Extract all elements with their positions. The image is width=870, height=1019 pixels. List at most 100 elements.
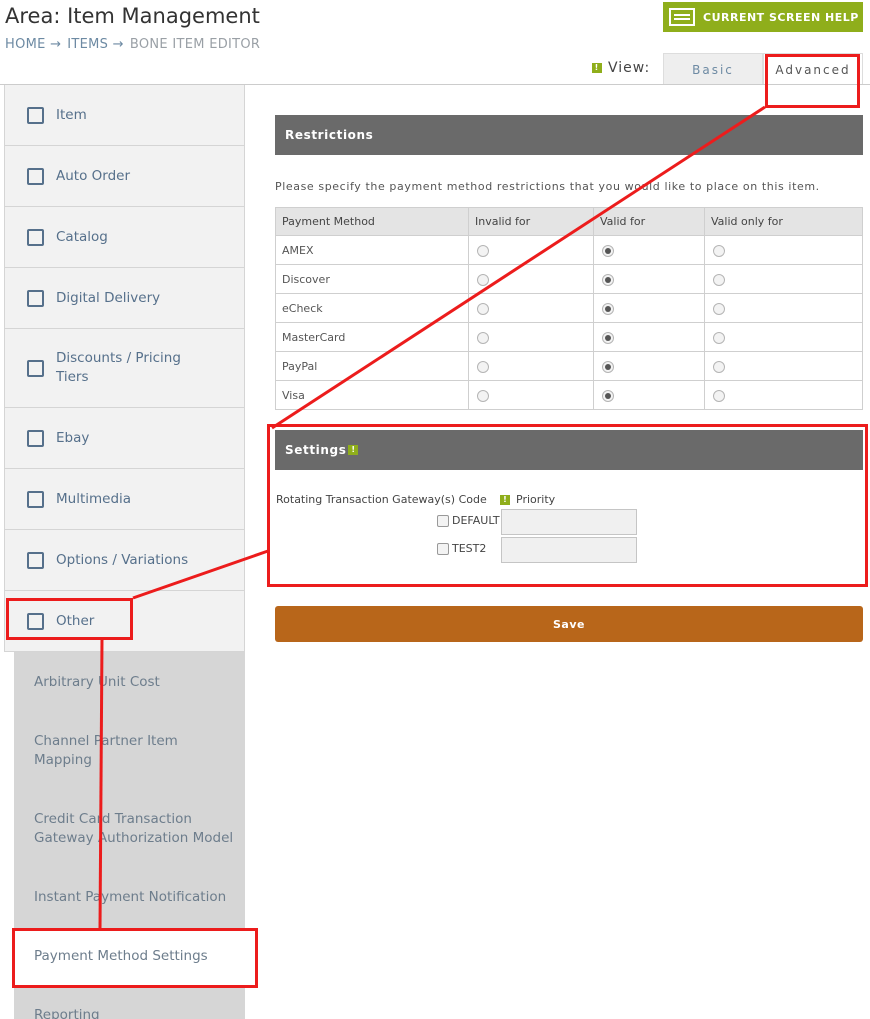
payment-method-name: eCheck [275, 293, 469, 323]
sidebar-item-label: Auto Order [56, 167, 130, 184]
radio-cell [593, 235, 705, 265]
restriction-radio[interactable] [713, 389, 725, 402]
info-icon[interactable]: ! [592, 63, 602, 73]
restriction-radio[interactable] [477, 360, 489, 373]
restrictions-header: Restrictions [275, 115, 863, 155]
page-title: Area: Item Management [5, 4, 260, 28]
restriction-radio[interactable] [602, 331, 614, 344]
auto-order-icon [27, 167, 44, 185]
save-button[interactable]: Save [275, 606, 863, 642]
restriction-radio[interactable] [602, 273, 614, 286]
table-row: MasterCard [275, 322, 863, 352]
breadcrumb-home[interactable]: HOME → [5, 37, 61, 52]
restrictions-instruction: Please specify the payment method restri… [275, 180, 820, 193]
sidebar-item-discounts[interactable]: Discounts / Pricing Tiers [4, 329, 245, 408]
view-label: View: [608, 60, 651, 76]
table-row: AMEX [275, 235, 863, 265]
column-header: Payment Method [275, 207, 469, 236]
payment-method-table: Payment Method Invalid for Valid for Val… [275, 207, 863, 410]
view-selector: ! View: [592, 60, 650, 76]
column-header: Valid for [593, 207, 705, 236]
payment-method-name: MasterCard [275, 322, 469, 352]
table-row: Discover [275, 264, 863, 294]
breadcrumb: HOME → ITEMS → BONE ITEM EDITOR [5, 37, 260, 52]
breadcrumb-items[interactable]: ITEMS → [67, 37, 124, 52]
sidebar-item-item[interactable]: Item [4, 85, 245, 146]
catalog-icon [27, 228, 44, 246]
restriction-radio[interactable] [477, 331, 489, 344]
radio-cell [468, 264, 594, 294]
table-row: PayPal [275, 351, 863, 381]
highlight-other-item [6, 598, 133, 640]
table-header-row: Payment Method Invalid for Valid for Val… [275, 207, 863, 236]
restriction-radio[interactable] [602, 302, 614, 315]
restrictions-title: Restrictions [285, 128, 374, 142]
sidebar-item-label: Multimedia [56, 490, 132, 507]
restriction-radio[interactable] [602, 389, 614, 402]
sidebar-item-label: Options / Variations [56, 551, 189, 568]
submenu-reporting[interactable]: Reporting [34, 1006, 234, 1019]
restriction-radio[interactable] [713, 244, 725, 257]
payment-method-name: AMEX [275, 235, 469, 265]
sidebar-item-ebay[interactable]: Ebay [4, 408, 245, 469]
submenu-channel-partner[interactable]: Channel Partner Item Mapping [34, 732, 194, 770]
column-header: Valid only for [704, 207, 863, 236]
cube-icon [27, 106, 44, 124]
restriction-radio[interactable] [477, 244, 489, 257]
radio-cell [704, 351, 863, 381]
sidebar-item-label: Ebay [56, 429, 90, 446]
radio-cell [704, 293, 863, 323]
sidebar-item-label: Digital Delivery [56, 289, 161, 306]
radio-cell [593, 380, 705, 410]
radio-cell [468, 235, 594, 265]
current-screen-help-button[interactable]: CURRENT SCREEN HELP [663, 2, 863, 32]
submenu-credit-card-gateway[interactable]: Credit Card Transaction Gateway Authoriz… [34, 810, 234, 848]
radio-cell [593, 351, 705, 381]
restriction-radio[interactable] [602, 244, 614, 257]
sidebar: Item Auto Order Catalog Digital Delivery… [4, 85, 245, 652]
radio-cell [704, 380, 863, 410]
table-row: Visa [275, 380, 863, 410]
images-icon [27, 490, 44, 508]
sidebar-item-multimedia[interactable]: Multimedia [4, 469, 245, 530]
sidebar-item-label: Discounts / Pricing Tiers [56, 350, 181, 385]
download-icon [27, 289, 44, 307]
restriction-radio[interactable] [477, 302, 489, 315]
submenu-instant-payment[interactable]: Instant Payment Notification [34, 888, 234, 907]
radio-cell [704, 322, 863, 352]
highlight-payment-method-settings [12, 928, 258, 988]
highlight-settings-panel [267, 424, 868, 587]
payment-method-name: Visa [275, 380, 469, 410]
bank-icon [27, 429, 44, 447]
restriction-radio[interactable] [713, 273, 725, 286]
tab-basic[interactable]: Basic [663, 53, 763, 85]
restriction-radio[interactable] [713, 302, 725, 315]
sidebar-item-options[interactable]: Options / Variations [4, 530, 245, 591]
restriction-radio[interactable] [477, 389, 489, 402]
highlight-advanced-tab [765, 54, 860, 108]
radio-cell [468, 293, 594, 323]
radio-cell [593, 293, 705, 323]
table-row: eCheck [275, 293, 863, 323]
restriction-radio[interactable] [477, 273, 489, 286]
payment-method-name: Discover [275, 264, 469, 294]
sidebar-item-auto-order[interactable]: Auto Order [4, 146, 245, 207]
radio-cell [468, 351, 594, 381]
breadcrumb-current: BONE ITEM EDITOR [129, 37, 261, 52]
radio-cell [468, 322, 594, 352]
help-button-label: CURRENT SCREEN HELP [703, 10, 859, 24]
sidebar-item-label: Catalog [56, 228, 108, 245]
restriction-radio[interactable] [713, 331, 725, 344]
radio-cell [704, 235, 863, 265]
restriction-radio[interactable] [602, 360, 614, 373]
radio-cell [468, 380, 594, 410]
payment-method-name: PayPal [275, 351, 469, 381]
sidebar-item-catalog[interactable]: Catalog [4, 207, 245, 268]
column-header: Invalid for [468, 207, 594, 236]
sliders-icon [27, 551, 44, 569]
submenu-arbitrary-unit-cost[interactable]: Arbitrary Unit Cost [34, 673, 234, 692]
radio-cell [593, 322, 705, 352]
restriction-radio[interactable] [713, 360, 725, 373]
sidebar-item-digital-delivery[interactable]: Digital Delivery [4, 268, 245, 329]
radio-cell [704, 264, 863, 294]
